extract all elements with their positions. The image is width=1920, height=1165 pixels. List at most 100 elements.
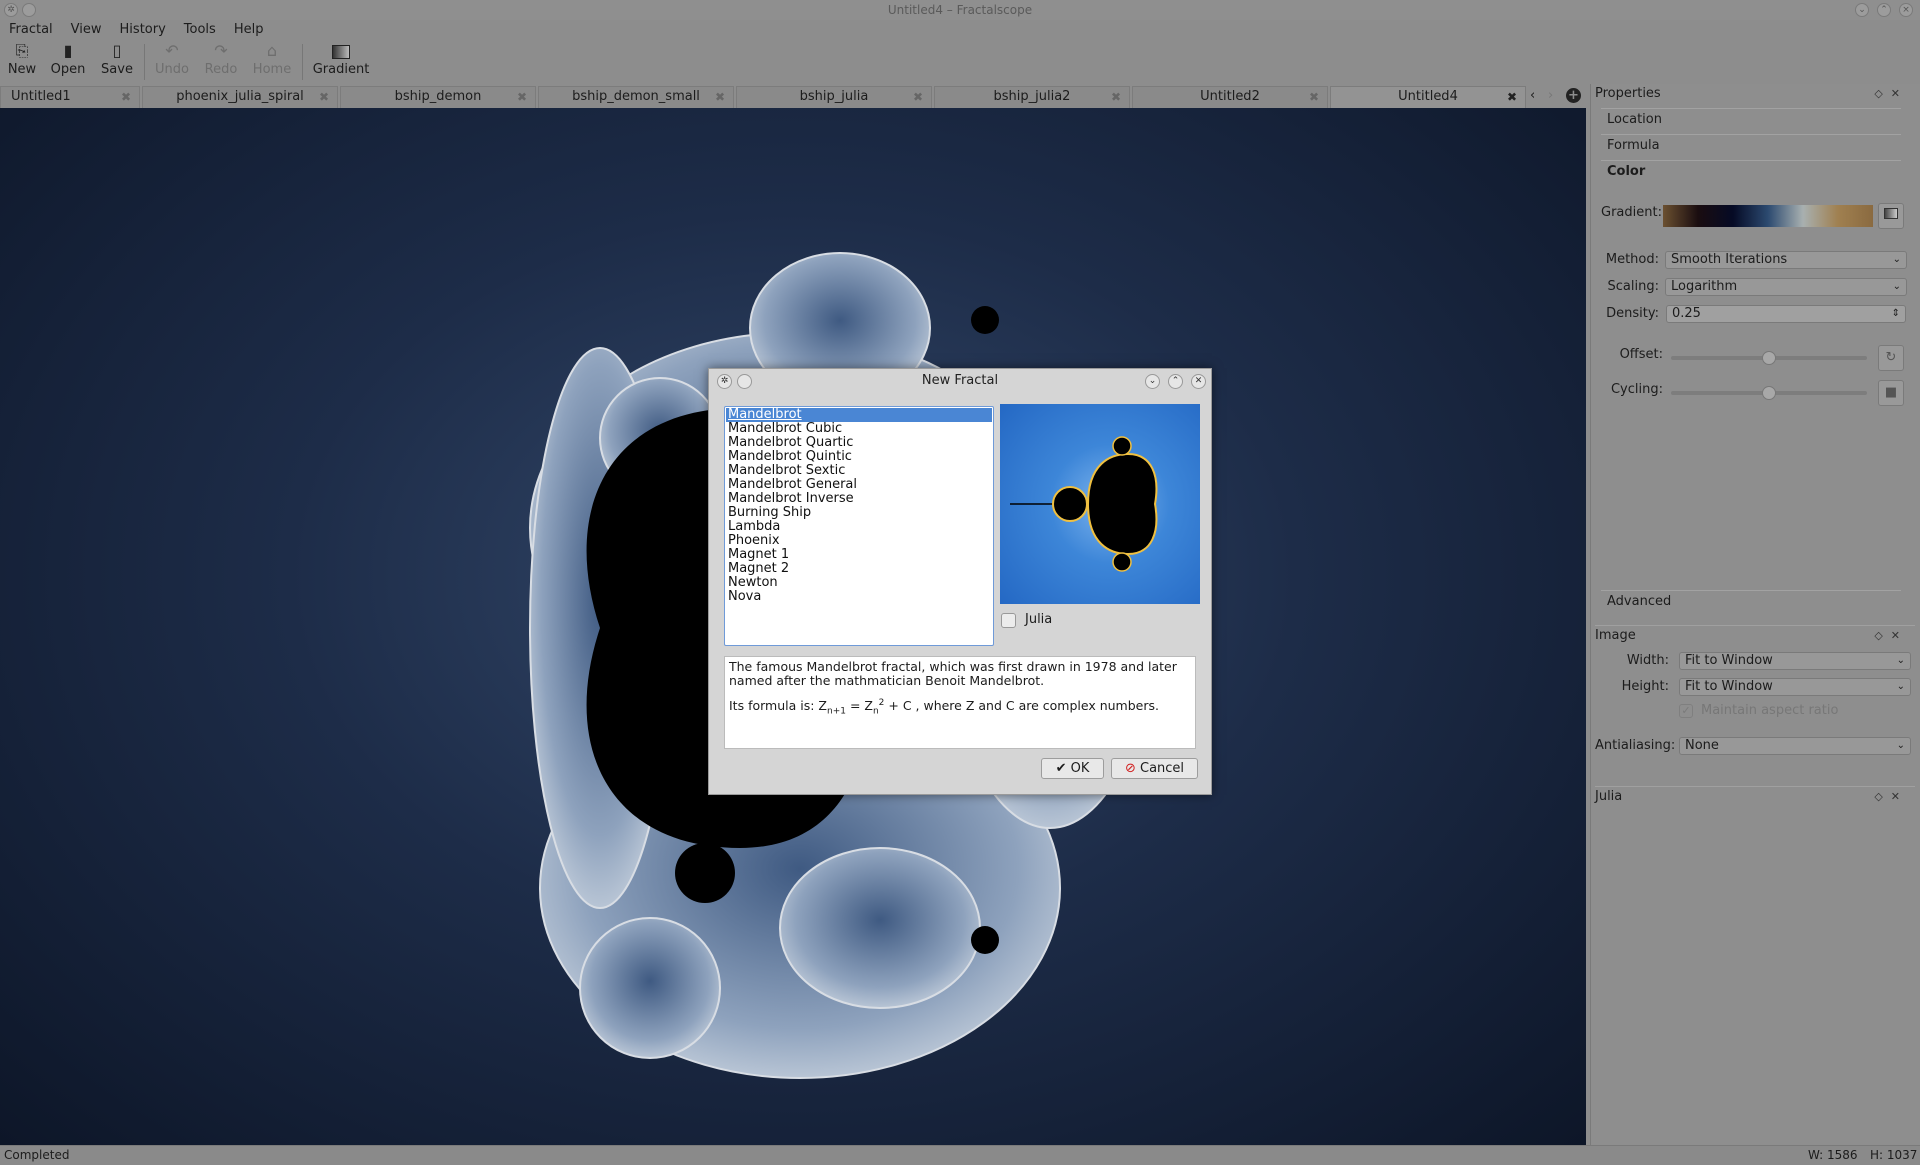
tab-untitled2[interactable]: Untitled2 ✖: [1132, 86, 1328, 108]
close-tab-icon[interactable]: ✖: [319, 87, 329, 107]
description-text: The famous Mandelbrot fractal, which was…: [729, 659, 1177, 688]
dock-buttons[interactable]: ◇✕: [1874, 790, 1908, 803]
fractal-type-item[interactable]: Mandelbrot Quintic: [726, 450, 992, 464]
menu-help[interactable]: Help: [225, 20, 273, 40]
new-button[interactable]: ⎘ New: [6, 42, 38, 78]
fractal-type-item[interactable]: Nova: [726, 590, 992, 604]
tab-scroll-left-icon[interactable]: ‹: [1530, 88, 1535, 103]
close-tab-icon[interactable]: ✖: [517, 87, 527, 107]
close-tab-icon[interactable]: ✖: [1507, 87, 1517, 107]
fractal-type-item[interactable]: Burning Ship: [726, 506, 992, 520]
close-tab-icon[interactable]: ✖: [715, 87, 725, 107]
new-tab-icon[interactable]: +: [1566, 88, 1581, 103]
tab-scroll-right-icon[interactable]: ›: [1548, 88, 1553, 103]
offset-label: Offset:: [1619, 347, 1663, 362]
tab-untitled1[interactable]: Untitled1 ✖: [0, 86, 140, 108]
fractal-type-item[interactable]: Mandelbrot Cubic: [726, 422, 992, 436]
menu-history[interactable]: History: [111, 20, 175, 40]
minimize-icon[interactable]: ⌄: [1855, 3, 1869, 17]
side-panel: Properties ◇✕ Location Formula Color Gra…: [1590, 84, 1920, 1145]
method-select[interactable]: Smooth Iterations ⌄: [1665, 251, 1907, 269]
fractal-type-item[interactable]: Phoenix: [726, 534, 992, 548]
width-select[interactable]: Fit to Window ⌄: [1679, 652, 1911, 670]
gradient-button[interactable]: Gradient: [312, 42, 370, 77]
fractal-type-item[interactable]: Mandelbrot: [726, 408, 992, 422]
fractal-type-item[interactable]: Mandelbrot Quartic: [726, 436, 992, 450]
fractal-type-item[interactable]: Mandelbrot Sextic: [726, 464, 992, 478]
dialog-maximize-icon[interactable]: ⌃: [1168, 374, 1183, 389]
section-advanced[interactable]: Advanced: [1601, 590, 1901, 614]
close-icon[interactable]: ×: [1899, 3, 1913, 17]
edit-gradient-button[interactable]: [1878, 203, 1904, 229]
fractal-type-item[interactable]: Magnet 1: [726, 548, 992, 562]
menu-fractal[interactable]: Fractal: [0, 20, 62, 40]
tab-bship-demon[interactable]: bship_demon ✖: [340, 86, 536, 108]
cycling-stop-button[interactable]: ■: [1878, 380, 1904, 406]
undo-icon: ↶: [165, 41, 179, 60]
dialog-close-icon[interactable]: ✕: [1191, 374, 1206, 389]
gradient-label: Gradient:: [1601, 205, 1662, 220]
dock-buttons[interactable]: ◇✕: [1874, 629, 1908, 642]
close-tab-icon[interactable]: ✖: [913, 87, 923, 107]
mandelbrot-preview-image: [1010, 436, 1158, 572]
stop-icon: ■: [1884, 385, 1898, 400]
scaling-select[interactable]: Logarithm ⌄: [1665, 278, 1907, 296]
chevron-down-icon: ⌄: [1896, 681, 1905, 692]
density-spinbox[interactable]: 0.25 ⇕: [1666, 305, 1906, 323]
close-tab-icon[interactable]: ✖: [1111, 87, 1121, 107]
fractal-type-item[interactable]: Magnet 2: [726, 562, 992, 576]
width-label: Width:: [1626, 653, 1669, 668]
tab-bship-julia[interactable]: bship_julia ✖: [736, 86, 932, 108]
fractal-preview: [1000, 404, 1200, 604]
cycling-slider-handle[interactable]: [1762, 386, 1776, 400]
reset-offset-button[interactable]: ↻: [1878, 345, 1904, 371]
spin-arrows-icon[interactable]: ⇕: [1892, 306, 1900, 322]
cancel-button[interactable]: ⊘ Cancel: [1111, 758, 1198, 779]
dialog-minimize-icon[interactable]: ⌄: [1145, 374, 1160, 389]
scaling-label: Scaling:: [1607, 279, 1659, 294]
new-fractal-dialog: ✲ New Fractal ⌄ ⌃ ✕ Mandelbrot Mandelbrot…: [708, 368, 1212, 795]
redo-button[interactable]: ↷ Redo: [204, 42, 238, 78]
julia-label: Julia: [1025, 612, 1053, 627]
save-icon: ▯: [112, 41, 122, 60]
close-tab-icon[interactable]: ✖: [1309, 87, 1319, 107]
tab-bar: Untitled1 ✖ phoenix_julia_spiral ✖ bship_d…: [0, 86, 1590, 108]
menu-view[interactable]: View: [62, 20, 111, 40]
gradient-preview[interactable]: [1663, 205, 1873, 227]
chevron-down-icon: ⌄: [1892, 281, 1901, 292]
ok-button[interactable]: ✔ OK: [1041, 758, 1104, 779]
antialiasing-label: Antialiasing:: [1595, 738, 1676, 753]
fractal-type-item[interactable]: Newton: [726, 576, 992, 590]
maintain-aspect-label: Maintain aspect ratio: [1701, 703, 1839, 718]
home-button[interactable]: ⌂ Home: [252, 42, 292, 78]
close-tab-icon[interactable]: ✖: [121, 87, 131, 107]
cycling-label: Cycling:: [1610, 382, 1663, 397]
offset-slider-handle[interactable]: [1762, 351, 1776, 365]
open-button[interactable]: ▮ Open: [50, 42, 86, 78]
maximize-icon[interactable]: ⌃: [1877, 3, 1891, 17]
fractal-type-item[interactable]: Mandelbrot General: [726, 478, 992, 492]
undo-button[interactable]: ↶ Undo: [154, 41, 190, 78]
fractal-type-item[interactable]: Lambda: [726, 520, 992, 534]
fractal-type-list[interactable]: Mandelbrot Mandelbrot Cubic Mandelbrot Qua…: [724, 406, 994, 646]
height-select[interactable]: Fit to Window ⌄: [1679, 678, 1911, 696]
antialiasing-select[interactable]: None ⌄: [1679, 737, 1911, 755]
maintain-aspect-checkbox[interactable]: ✓: [1679, 704, 1693, 718]
julia-checkbox[interactable]: [1001, 613, 1016, 628]
title-bar: ✲ Untitled4 – Fractalscope ⌄ ⌃ ×: [0, 0, 1920, 20]
fractal-type-item[interactable]: Mandelbrot Inverse: [726, 492, 992, 506]
section-color[interactable]: Color: [1601, 160, 1901, 184]
tab-untitled4[interactable]: Untitled4 ✖: [1330, 86, 1526, 108]
section-formula[interactable]: Formula: [1601, 134, 1901, 158]
gradient-icon: [332, 45, 350, 59]
image-width: W: 1586: [1808, 1148, 1858, 1162]
julia-header: Julia: [1595, 786, 1915, 804]
save-button[interactable]: ▯ Save: [100, 41, 134, 78]
dock-buttons[interactable]: ◇✕: [1874, 87, 1908, 100]
menu-tools[interactable]: Tools: [175, 20, 225, 40]
tab-bship-julia2[interactable]: bship_julia2 ✖: [934, 86, 1130, 108]
dialog-title: New Fractal: [921, 373, 999, 388]
section-location[interactable]: Location: [1601, 108, 1901, 132]
tab-phoenix-julia-spiral[interactable]: phoenix_julia_spiral ✖: [142, 86, 338, 108]
tab-bship-demon-small[interactable]: bship_demon_small ✖: [538, 86, 734, 108]
